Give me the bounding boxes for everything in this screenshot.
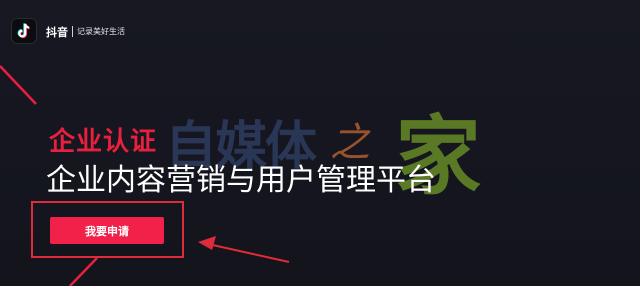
header: 抖音 记录美好生活 <box>0 0 640 60</box>
annotation-line-bottom <box>69 257 98 286</box>
brand-name[interactable]: 抖音 <box>46 24 68 40</box>
header-divider <box>72 26 73 37</box>
annotation-arrow-shaft <box>207 243 290 263</box>
page: 抖音 记录美好生活 自媒体 之 家 企业认证 企业内容营销与用户管理平台 我要申… <box>0 0 640 286</box>
page-subtitle: 企业内容营销与用户管理平台 <box>46 163 436 198</box>
brand-slogan: 记录美好生活 <box>77 27 125 36</box>
annotation-arrow-head <box>198 236 216 250</box>
tiktok-note-icon <box>17 23 30 39</box>
certification-title: 企业认证 <box>49 127 158 157</box>
apply-button[interactable]: 我要申请 <box>50 217 164 244</box>
logo[interactable] <box>11 18 37 44</box>
annotation-line-top <box>0 65 37 105</box>
